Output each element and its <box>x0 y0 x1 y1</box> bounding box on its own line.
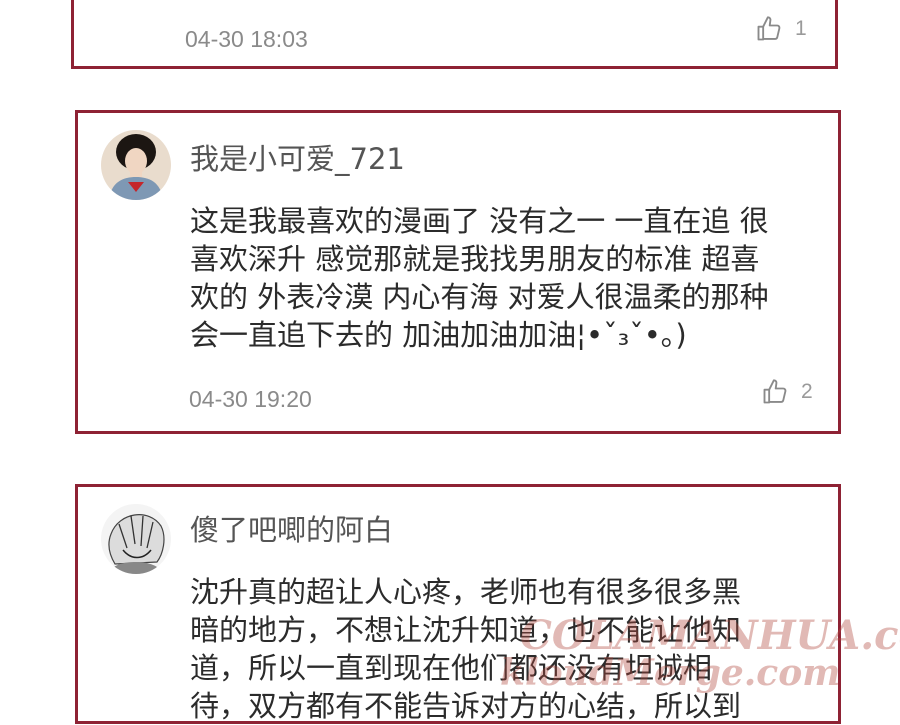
username[interactable]: 我是小可爱_721 <box>190 136 405 178</box>
comment-text: 沈升真的超让人心疼，老师也有很多很多黑 暗的地方，不想让沈升知道，也不能让他知 … <box>190 575 742 723</box>
thumbs-up-icon <box>763 379 787 404</box>
avatar[interactable] <box>101 504 171 574</box>
like-button[interactable]: 1 <box>755 15 807 43</box>
username[interactable]: 傻了吧唧的阿白 <box>190 507 393 549</box>
comment-time: 04-30 19:20 <box>189 386 312 412</box>
like-count: 1 <box>795 17 807 40</box>
comment-card: 我是小可爱_721 这是我最喜欢的漫画了 没有之一 一直在追 很 喜欢深升 感觉… <box>75 110 841 434</box>
like-count: 2 <box>801 380 813 403</box>
comment-card: 04-30 18:03 1 <box>71 0 838 69</box>
comment-text: 这是我最喜欢的漫画了 没有之一 一直在追 很 喜欢深升 感觉那就是我找男朋友的标… <box>190 204 769 352</box>
comment-card: 傻了吧唧的阿白 沈升真的超让人心疼，老师也有很多很多黑 暗的地方，不想让沈升知道… <box>75 484 841 724</box>
thumbs-up-icon <box>757 16 781 41</box>
avatar-image <box>101 130 171 200</box>
avatar[interactable] <box>101 130 171 200</box>
avatar-image <box>101 504 171 574</box>
like-button[interactable]: 2 <box>761 378 813 406</box>
comment-time: 04-30 18:03 <box>185 26 308 52</box>
